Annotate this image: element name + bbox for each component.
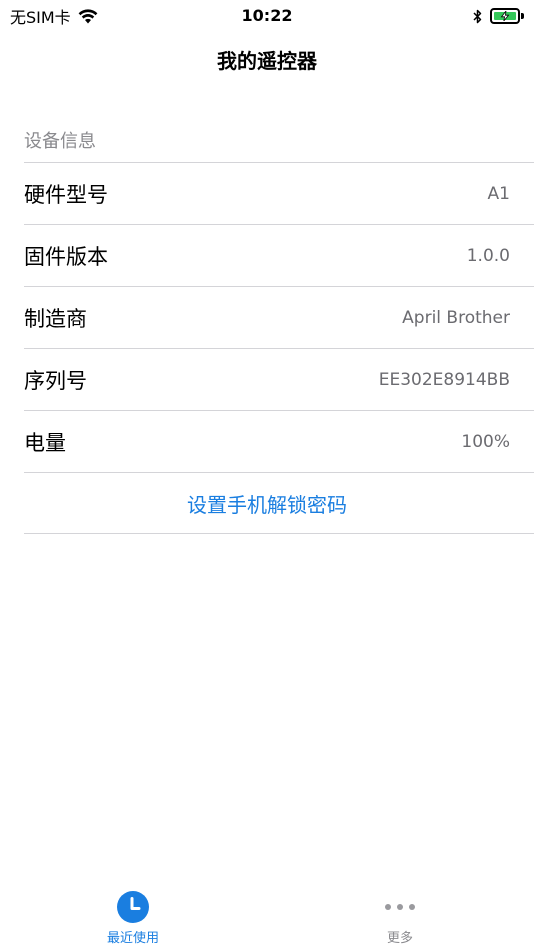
- row-value: 1.0.0: [466, 245, 510, 266]
- battery-tip: [521, 13, 524, 19]
- tab-recent-label: 最近使用: [106, 931, 159, 946]
- page-title: 我的遥控器: [217, 49, 317, 73]
- tab-more-label: 更多: [386, 931, 413, 946]
- info-row-serial-number: 序列号 EE302E8914BB: [24, 348, 534, 410]
- row-value: April Brother: [402, 307, 510, 328]
- battery-level: [494, 11, 516, 21]
- row-value: 100%: [461, 431, 510, 452]
- set-unlock-password-label: 设置手机解锁密码: [187, 492, 347, 517]
- info-row-hardware-model: 硬件型号 A1: [24, 162, 534, 224]
- info-row-firmware-version: 固件版本 1.0.0: [24, 224, 534, 286]
- info-row-battery-level: 电量 100%: [24, 410, 534, 472]
- tab-more[interactable]: 更多: [340, 890, 460, 947]
- row-label: 电量: [24, 430, 66, 455]
- row-value: EE302E8914BB: [378, 369, 510, 390]
- tab-recent[interactable]: 最近使用: [73, 890, 193, 947]
- row-label: 制造商: [24, 306, 87, 331]
- screen: 无SIM卡 10:22 我的遥控器 设备信息 硬件型号 A1 固件版本 1.0.…: [0, 0, 534, 950]
- battery-charging-icon: [490, 8, 520, 24]
- tab-bar: 最近使用 更多: [0, 884, 534, 950]
- more-dots-icon: [383, 890, 417, 924]
- status-time: 10:22: [241, 6, 293, 25]
- row-label: 固件版本: [24, 244, 108, 269]
- info-row-manufacturer: 制造商 April Brother: [24, 286, 534, 348]
- row-label: 序列号: [24, 368, 87, 393]
- clock-icon: [116, 890, 150, 924]
- status-bar: 无SIM卡 10:22: [0, 0, 534, 34]
- set-unlock-password-button[interactable]: 设置手机解锁密码: [24, 472, 534, 534]
- row-value: A1: [487, 183, 510, 204]
- device-info-list: 硬件型号 A1 固件版本 1.0.0 制造商 April Brother 序列号…: [0, 162, 534, 534]
- bluetooth-icon: [473, 9, 482, 24]
- status-right: [473, 6, 524, 26]
- row-label: 硬件型号: [24, 182, 108, 207]
- section-header-device-info: 设备信息: [24, 131, 96, 152]
